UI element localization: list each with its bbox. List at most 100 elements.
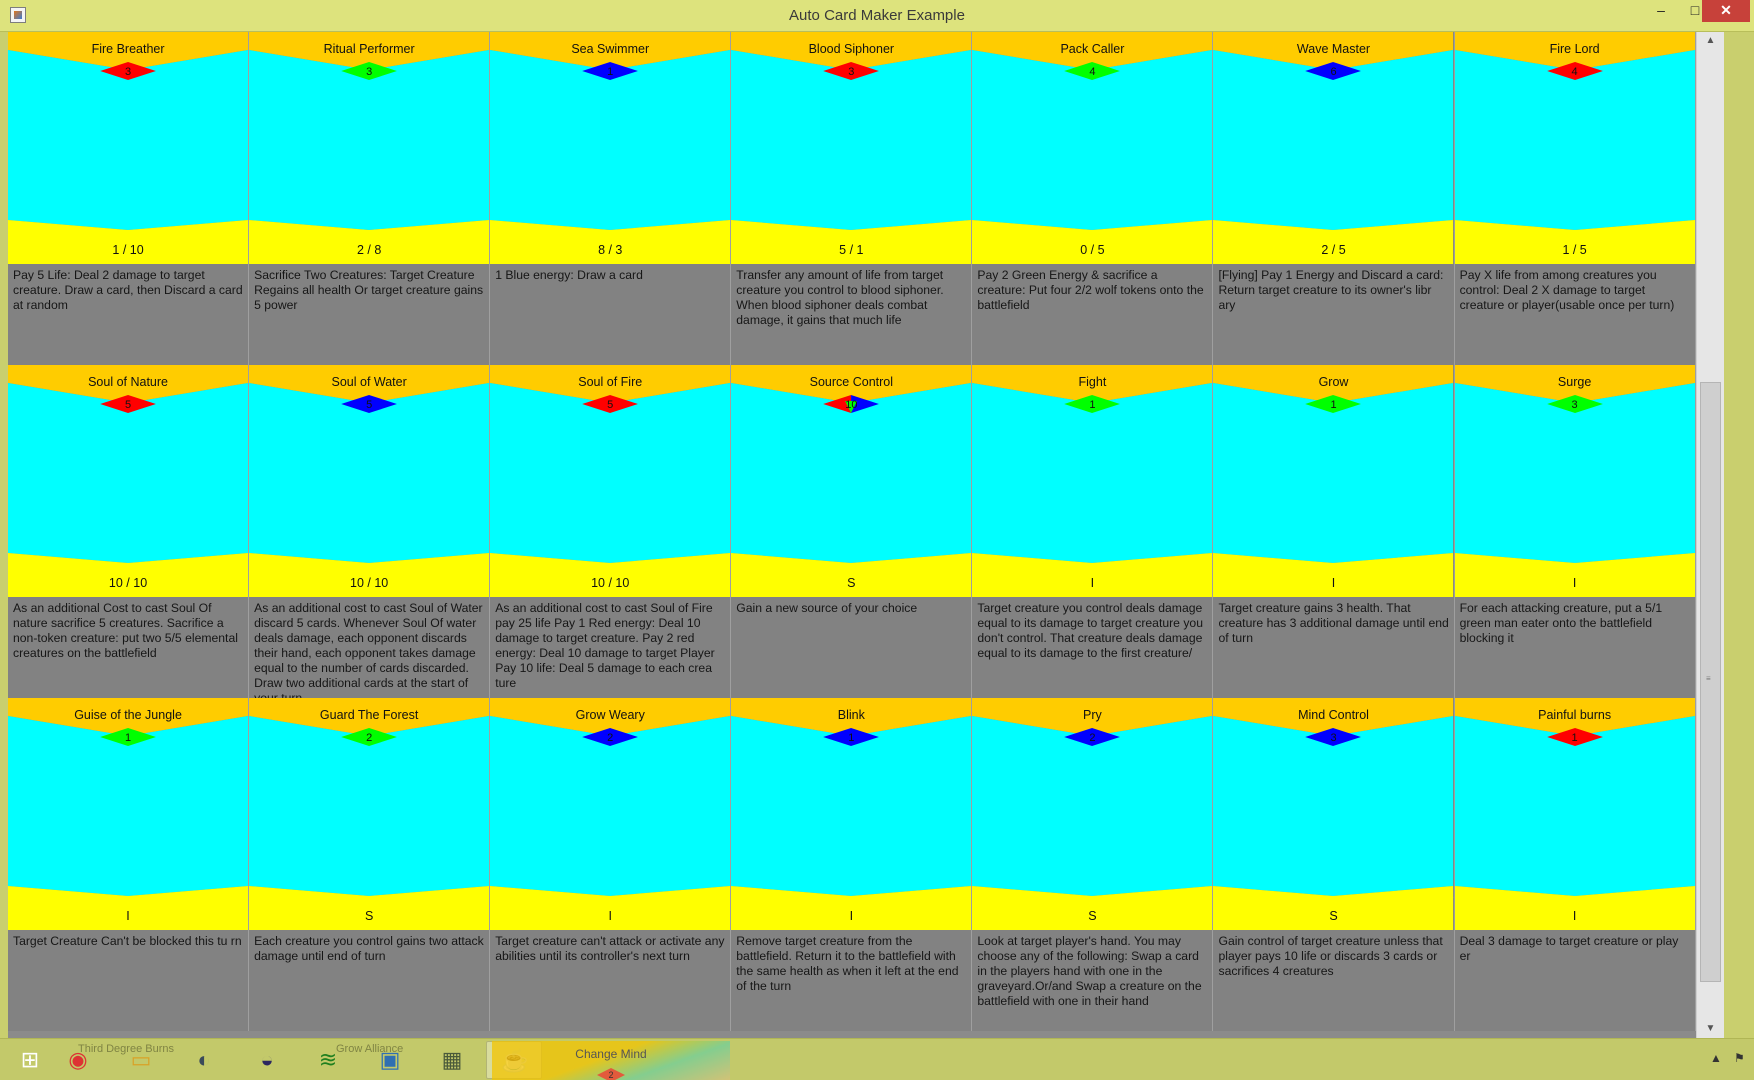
card-viewport: Fire Breather 3 1 / 10 Pay 5 Life: Deal 2 d… bbox=[8, 32, 1724, 1038]
card-cost: 5 bbox=[124, 399, 132, 411]
window-title: Auto Card Maker Example bbox=[789, 7, 965, 24]
card-tile[interactable]: Blink 1 I Remove target creature from the b… bbox=[731, 698, 973, 1031]
card-cost: 1 bbox=[1330, 399, 1337, 411]
card-name: Mind Control bbox=[1298, 708, 1369, 722]
card-tile[interactable]: Sea Swimmer 1 8 / 3 1 Blue energy: Draw a c… bbox=[490, 32, 732, 365]
card-name: Blood Siphoner bbox=[808, 42, 895, 56]
taskbar-media-player[interactable]: ◐ bbox=[176, 1041, 232, 1079]
card-cost: 3 bbox=[366, 66, 373, 78]
card-rules-text: As an additional cost to cast Soul of Fi… bbox=[495, 601, 715, 690]
card-name: Soul of Water bbox=[331, 375, 407, 389]
card-name: Source Control bbox=[809, 375, 894, 389]
card-cost: 3 bbox=[124, 66, 132, 78]
card-name: Ritual Performer bbox=[323, 42, 415, 56]
card-stats: I bbox=[126, 909, 130, 923]
card-tile[interactable]: Source Control 10 S Gain a new source of yo… bbox=[731, 365, 973, 698]
card-name: Pry bbox=[1083, 708, 1102, 722]
card-rules-text: Target creature you control deals damage… bbox=[977, 601, 1203, 660]
spreadsheet-icon: ▦ bbox=[441, 1047, 463, 1072]
card-stats: 1 / 5 bbox=[1562, 243, 1587, 257]
minimize-button[interactable]: – bbox=[1644, 0, 1678, 22]
card-name: Sea Swimmer bbox=[571, 42, 650, 56]
card-cost: 3 bbox=[1571, 399, 1578, 411]
card-cost: 1 bbox=[124, 732, 132, 744]
card-rules-text: Remove target creature from the battlefi… bbox=[736, 934, 959, 993]
photo-viewer-icon: ▣ bbox=[379, 1047, 401, 1072]
card-name: Grow Weary bbox=[575, 708, 645, 722]
card-stats: 1 / 10 bbox=[112, 243, 144, 257]
vertical-scrollbar[interactable]: ▲ ≡ ▼ bbox=[1696, 32, 1724, 1038]
card-cost: 10 bbox=[845, 399, 858, 411]
card-rules-text: Pay 2 Green Energy & sacrifice a creatur… bbox=[977, 268, 1204, 312]
card-tile[interactable]: Fire Lord 4 1 / 5 Pay X life from among cre… bbox=[1454, 32, 1696, 365]
card-name: Pack Caller bbox=[1060, 42, 1125, 56]
card-cost: 5 bbox=[366, 399, 373, 411]
card-stats: I bbox=[1090, 576, 1095, 590]
card-stats: S bbox=[847, 576, 856, 590]
taskbar-spreadsheet[interactable]: ▦ bbox=[424, 1041, 480, 1079]
card-name: Grow bbox=[1318, 375, 1349, 389]
scroll-thumb[interactable]: ≡ bbox=[1700, 382, 1721, 982]
card-stats: I bbox=[1331, 576, 1336, 590]
card-cost: 1 bbox=[848, 732, 855, 744]
card-cost: 1 bbox=[1571, 732, 1578, 744]
taskbar-eclipse[interactable]: ◒ bbox=[239, 1041, 295, 1079]
scroll-up-arrow-icon[interactable]: ▲ bbox=[1697, 32, 1724, 50]
card-tile[interactable]: Surge 3 I For each attacking creature, put … bbox=[1454, 365, 1696, 698]
taskbar-file-explorer[interactable]: ▭ bbox=[113, 1041, 169, 1079]
peek-card-name: Change Mind bbox=[575, 1047, 647, 1061]
card-tile[interactable]: Fight 1 I Target creature you control deals… bbox=[972, 365, 1214, 698]
card-tile[interactable]: Mind Control 3 S Gain control of target cre… bbox=[1213, 698, 1455, 1031]
action-center-flag-icon[interactable]: ⚑ bbox=[1734, 1051, 1745, 1065]
card-tile[interactable]: Pry 2 S Look at target player's hand. You m… bbox=[972, 698, 1214, 1031]
card-name: Soul of Nature bbox=[88, 375, 168, 389]
card-rules-text: Target creature gains 3 health. That cre… bbox=[1218, 601, 1449, 645]
card-rules-text: 1 Blue energy: Draw a card bbox=[495, 268, 643, 282]
card-cost: 1 bbox=[607, 66, 614, 78]
card-stats: I bbox=[1572, 909, 1577, 923]
card-rules-text: Target creature can't attack or activate… bbox=[495, 934, 725, 963]
card-name: Fire Breather bbox=[91, 42, 165, 56]
peek-card: Change Mind 2 bbox=[492, 1041, 730, 1080]
media-player-icon: ◐ bbox=[197, 1047, 211, 1072]
tray-expand-icon[interactable]: ▲ bbox=[1710, 1051, 1722, 1065]
taskbar: ⊞ ◉ Third Degree Burns ▭ ◐ ◒ ≋ Grow Alli… bbox=[0, 1038, 1754, 1080]
card-rules-text: Pay X life from among creatures you cont… bbox=[1459, 268, 1675, 312]
card-stats: 8 / 3 bbox=[598, 243, 623, 257]
card-tile[interactable]: Grow 1 I Target creature gains 3 health. Th… bbox=[1213, 365, 1455, 698]
card-tile[interactable]: Wave Master 6 2 / 5 [Flying] Pay 1 Energy a… bbox=[1213, 32, 1455, 365]
card-tile[interactable]: Fire Breather 3 1 / 10 Pay 5 Life: Deal 2 d… bbox=[8, 32, 250, 365]
card-tile[interactable]: Pack Caller 4 0 / 5 Pay 2 Green Energy & sa… bbox=[972, 32, 1214, 365]
card-name: Painful burns bbox=[1538, 708, 1612, 722]
card-name: Soul of Fire bbox=[578, 375, 643, 389]
card-rules-text: Gain a new source of your choice bbox=[736, 601, 918, 615]
card-rules-text: Look at target player's hand. You may ch… bbox=[977, 934, 1202, 1008]
close-button[interactable]: ✕ bbox=[1702, 0, 1750, 22]
card-grid: Fire Breather 3 1 / 10 Pay 5 Life: Deal 2 d… bbox=[8, 32, 1696, 1038]
card-name: Fight bbox=[1078, 375, 1107, 389]
card-name: Blink bbox=[837, 708, 865, 722]
card-tile[interactable]: Blood Siphoner 3 5 / 1 Transfer any amount … bbox=[731, 32, 973, 365]
card-tile[interactable]: Ritual Performer 3 2 / 8 Sacrifice Two Crea… bbox=[249, 32, 491, 365]
card-rules-text: Each creature you control gains two atta… bbox=[254, 934, 484, 963]
card-rules-text: Transfer any amount of life from target … bbox=[736, 268, 944, 327]
card-tile[interactable]: Grow Weary 2 I Target creature can't attack… bbox=[490, 698, 732, 1031]
card-stats: I bbox=[849, 909, 854, 923]
card-cost: 1 bbox=[1089, 399, 1096, 411]
card-tile[interactable]: Guard The Forest 2 S Each creature you cont… bbox=[249, 698, 491, 1031]
card-tile[interactable]: Guise of the Jungle 1 I Target Creature Can… bbox=[8, 698, 250, 1031]
card-stats: 10 / 10 bbox=[350, 576, 389, 590]
taskbar-photo-viewer[interactable]: ▣ bbox=[362, 1041, 418, 1079]
card-cost: 2 bbox=[366, 732, 373, 744]
card-stats: S bbox=[1088, 909, 1097, 923]
card-rules-text: Deal 3 damage to target creature or play… bbox=[1459, 934, 1679, 963]
card-tile[interactable]: Soul of Nature 5 10 / 10 As an additional C… bbox=[8, 365, 250, 698]
card-rules-text: As an additional cost to cast Soul of Wa… bbox=[254, 601, 483, 698]
card-tile[interactable]: Painful burns 1 I Deal 3 damage to target c… bbox=[1454, 698, 1696, 1031]
card-tile[interactable]: Soul of Fire 5 10 / 10 As an additional cos… bbox=[490, 365, 732, 698]
card-rules-text: [Flying] Pay 1 Energy and Discard a card… bbox=[1218, 268, 1444, 312]
card-tile[interactable]: Soul of Water 5 10 / 10 As an additional co… bbox=[249, 365, 491, 698]
scroll-down-arrow-icon[interactable]: ▼ bbox=[1697, 1020, 1724, 1038]
card-rules-text: Pay 5 Life: Deal 2 damage to target crea… bbox=[13, 268, 243, 312]
card-rules-text: Target Creature Can't be blocked this tu… bbox=[13, 934, 242, 948]
